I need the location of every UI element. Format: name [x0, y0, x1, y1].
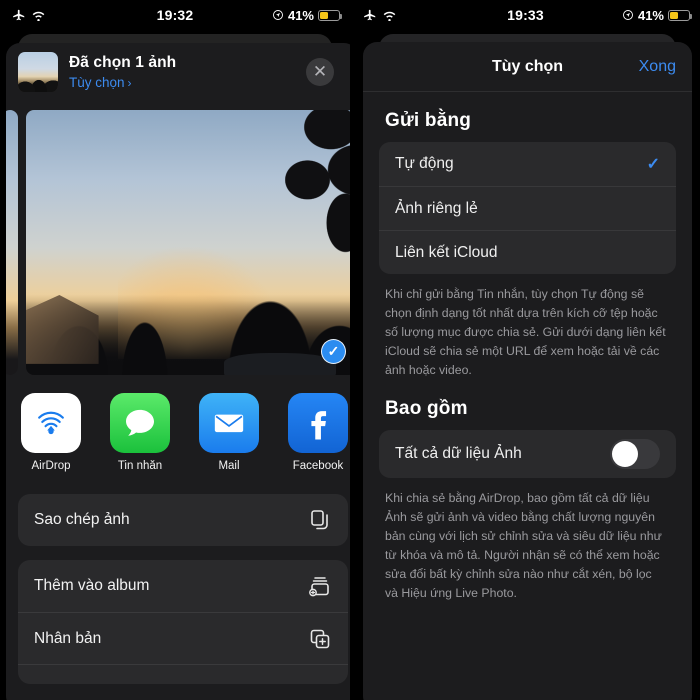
facebook-icon	[288, 393, 348, 453]
app-label: Mail	[218, 460, 240, 472]
action-label: Thêm vào album	[34, 577, 150, 594]
share-app-messages[interactable]: Tin nhắn	[109, 393, 171, 472]
photo-preview-main[interactable]: ✓	[26, 109, 350, 375]
chevron-right-icon: ›	[127, 75, 132, 90]
location-services-icon	[273, 10, 283, 20]
options-navbar: Tùy chọn Xong	[363, 42, 692, 92]
battery-icon	[318, 9, 342, 21]
option-label: Tự động	[395, 155, 454, 172]
share-sheet-header: Đã chọn 1 ảnh Tùy chọn › ✕	[6, 43, 350, 101]
share-app-airdrop[interactable]: AirDrop	[20, 393, 82, 472]
action-row-copy-photo[interactable]: Sao chép ảnh	[18, 494, 348, 546]
messages-icon	[110, 393, 170, 453]
include-section-title: Bao gồm	[385, 398, 468, 420]
send-as-section-title: Gửi bằng	[385, 110, 472, 131]
action-label: Nhân bản	[34, 629, 102, 647]
option-row-automatic[interactable]: Tự động ✓	[379, 142, 676, 186]
option-row-icloud-link[interactable]: Liên kết iCloud	[379, 230, 676, 274]
checkmark-icon: ✓	[646, 156, 660, 173]
share-options-label: Tùy chọn	[69, 75, 125, 90]
status-right-group: 41%	[272, 0, 342, 30]
toggle-label: Tất cả dữ liệu Ảnh	[395, 445, 522, 463]
share-options-link[interactable]: Tùy chọn ›	[69, 75, 306, 90]
photo-selected-check-icon[interactable]: ✓	[321, 338, 346, 364]
photo-preview-strip[interactable]: ✓	[6, 103, 350, 381]
option-label: Liên kết iCloud	[395, 243, 498, 261]
option-row-individual-photos[interactable]: Ảnh riêng lẻ	[379, 186, 676, 230]
action-label: Sao chép ảnh	[34, 511, 130, 528]
mail-icon	[199, 393, 259, 453]
selected-photo-thumbnail	[18, 52, 58, 92]
battery-percent-label: 41%	[287, 7, 314, 23]
done-label: Xong	[638, 58, 676, 75]
close-icon: ✕	[312, 62, 328, 81]
share-apps-row[interactable]: AirDrop Tin nhắn Mail Facebook	[6, 381, 350, 480]
close-button[interactable]: ✕	[306, 58, 334, 86]
send-as-options-group: Tự động ✓ Ảnh riêng lẻ Liên kết iCloud	[379, 142, 676, 274]
action-row-duplicate[interactable]: Nhân bản	[18, 612, 348, 664]
all-photos-data-toggle[interactable]	[610, 439, 660, 470]
action-row-add-to-album[interactable]: Thêm vào album	[18, 560, 348, 612]
car-silhouette	[224, 353, 337, 375]
airdrop-icon	[21, 393, 81, 453]
app-label: AirDrop	[31, 460, 71, 472]
duplicate-icon	[310, 629, 330, 648]
actions-group-primary: Sao chép ảnh	[18, 494, 348, 546]
add-to-album-icon	[309, 577, 329, 597]
share-app-facebook[interactable]: Facebook	[287, 393, 349, 472]
send-as-footnote: Khi chỉ gửi bằng Tin nhắn, tùy chọn Tự đ…	[385, 287, 666, 378]
share-title: Đã chọn 1 ảnh	[69, 54, 177, 71]
battery-icon	[668, 9, 692, 21]
right-phone-screen: 19:33 41% Tùy chọn Xong Gửi bằng Tự động…	[350, 0, 700, 700]
battery-percent-label: 41%	[637, 7, 664, 23]
include-group: Tất cả dữ liệu Ảnh	[379, 430, 676, 479]
status-right-group: 41%	[622, 0, 692, 30]
app-label: Facebook	[292, 460, 344, 472]
options-sheet: Tùy chọn Xong Gửi bằng Tự động ✓ Ảnh riê…	[363, 42, 692, 700]
action-row-partial[interactable]	[18, 664, 348, 684]
left-status-bar: 19:32 41%	[0, 0, 350, 30]
actions-group-secondary: Thêm vào album Nhân bản	[18, 560, 348, 684]
location-services-icon	[623, 10, 633, 20]
share-header-text: Đã chọn 1 ảnh Tùy chọn ›	[69, 54, 306, 90]
photo-preview-prev[interactable]	[6, 109, 18, 375]
options-title: Tùy chọn	[491, 57, 564, 75]
row-all-photos-data[interactable]: Tất cả dữ liệu Ảnh	[379, 430, 676, 478]
share-app-mail[interactable]: Mail	[198, 393, 260, 472]
dual-screenshot-container: 19:32 41% Đã chọn 1 ảnh Tùy chọn › ✕ ✓ A…	[0, 0, 700, 700]
app-label: Tin nhắn	[117, 460, 163, 472]
right-status-bar: 19:33 41%	[351, 0, 700, 30]
copy-icon	[311, 510, 328, 530]
include-footnote: Khi chia sẻ bằng AirDrop, bao gồm tất cả…	[385, 491, 662, 601]
done-button[interactable]: Xong	[639, 42, 676, 92]
option-label: Ảnh riêng lẻ	[395, 199, 478, 217]
share-sheet: Đã chọn 1 ảnh Tùy chọn › ✕ ✓ AirDrop Tin…	[6, 43, 350, 700]
left-phone-screen: 19:32 41% Đã chọn 1 ảnh Tùy chọn › ✕ ✓ A…	[0, 0, 350, 700]
